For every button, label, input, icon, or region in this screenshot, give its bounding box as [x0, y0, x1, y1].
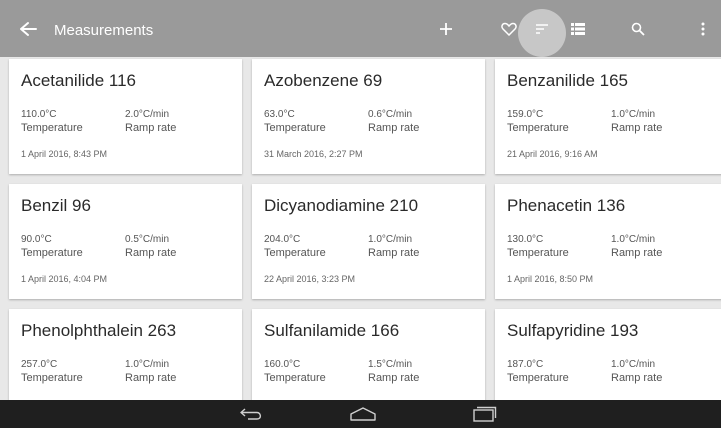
search-icon — [631, 22, 645, 36]
measurement-date: 22 April 2016, 3:23 PM — [264, 274, 356, 284]
home-icon — [350, 407, 376, 421]
page-title: Measurements — [54, 22, 154, 39]
ramp-rate-value: 1.0°C/min — [611, 109, 656, 120]
ramp-rate-label: Ramp rate — [125, 372, 177, 384]
measurement-card[interactable]: Dicyanodiamine 210 204.0°C 1.0°C/min Tem… — [252, 184, 485, 299]
measurement-name: Acetanilide 116 — [21, 71, 136, 90]
measurement-card[interactable]: Sulfanilamide 166 160.0°C 1.5°C/min Temp… — [252, 309, 485, 400]
ramp-rate-value: 0.5°C/min — [125, 234, 170, 245]
measurement-date: 31 March 2016, 2:27 PM — [264, 149, 363, 159]
search-button[interactable] — [623, 14, 653, 44]
back-button[interactable] — [16, 20, 40, 38]
temperature-label: Temperature — [21, 122, 83, 134]
measurement-grid: Acetanilide 116 110.0°C 2.0°C/min Temper… — [0, 57, 721, 400]
ramp-rate-label: Ramp rate — [611, 372, 663, 384]
temperature-label: Temperature — [507, 247, 569, 259]
measurement-card[interactable]: Benzanilide 165 159.0°C 1.0°C/min Temper… — [495, 59, 721, 174]
sort-icon — [536, 24, 548, 34]
measurement-name: Benzil 96 — [21, 196, 91, 215]
measurement-date: 1 April 2016, 8:43 PM — [21, 149, 108, 159]
ramp-rate-label: Ramp rate — [125, 122, 177, 134]
arrow-back-icon — [20, 22, 37, 36]
temperature-label: Temperature — [264, 247, 326, 259]
system-nav-bar — [0, 400, 721, 428]
ramp-rate-value: 1.0°C/min — [611, 359, 656, 370]
ramp-rate-value: 2.0°C/min — [125, 109, 170, 120]
temperature-value: 257.0°C — [21, 359, 58, 370]
measurement-date: 1 April 2016, 8:50 PM — [507, 274, 594, 284]
nav-recents-button[interactable] — [467, 404, 501, 424]
ramp-rate-label: Ramp rate — [368, 247, 420, 259]
measurement-card[interactable]: Acetanilide 116 110.0°C 2.0°C/min Temper… — [9, 59, 242, 174]
measurement-card[interactable]: Azobenzene 69 63.0°C 0.6°C/min Temperatu… — [252, 59, 485, 174]
more-options-button[interactable] — [688, 14, 718, 44]
measurement-name: Phenacetin 136 — [507, 196, 626, 215]
ramp-rate-value: 1.0°C/min — [125, 359, 170, 370]
temperature-label: Temperature — [507, 122, 569, 134]
ramp-rate-label: Ramp rate — [368, 372, 420, 384]
add-icon — [440, 23, 452, 35]
favorite-icon — [501, 22, 517, 36]
ramp-rate-value: 1.0°C/min — [611, 234, 656, 245]
temperature-value: 160.0°C — [264, 359, 301, 370]
temperature-label: Temperature — [21, 372, 83, 384]
measurement-name: Phenolphthalein 263 — [21, 321, 177, 340]
ramp-rate-label: Ramp rate — [611, 122, 663, 134]
measurement-card[interactable]: Phenacetin 136 130.0°C 1.0°C/min Tempera… — [495, 184, 721, 299]
ramp-rate-value: 1.5°C/min — [368, 359, 413, 370]
measurement-card[interactable]: Benzil 96 90.0°C 0.5°C/min Temperature R… — [9, 184, 242, 299]
temperature-label: Temperature — [264, 372, 326, 384]
temperature-value: 204.0°C — [264, 234, 301, 245]
measurement-date: 21 April 2016, 9:16 AM — [507, 149, 598, 159]
recents-icon — [473, 406, 497, 422]
measurement-name: Benzanilide 165 — [507, 71, 628, 90]
ramp-rate-value: 1.0°C/min — [368, 234, 413, 245]
temperature-value: 110.0°C — [21, 109, 57, 120]
temperature-label: Temperature — [264, 122, 326, 134]
temperature-value: 63.0°C — [264, 109, 295, 120]
back-icon — [240, 408, 262, 420]
list-view-button[interactable] — [563, 14, 593, 44]
ramp-rate-label: Ramp rate — [125, 247, 177, 259]
measurement-name: Azobenzene 69 — [264, 71, 383, 90]
temperature-label: Temperature — [507, 372, 569, 384]
temperature-value: 159.0°C — [507, 109, 544, 120]
measurement-name: Sulfapyridine 193 — [507, 321, 639, 340]
nav-back-button[interactable] — [235, 404, 269, 424]
add-button[interactable] — [431, 14, 461, 44]
temperature-value: 90.0°C — [21, 234, 52, 245]
temperature-value: 187.0°C — [507, 359, 544, 370]
more-vert-icon — [701, 22, 705, 36]
list-view-icon — [571, 23, 585, 35]
measurement-card[interactable]: Sulfapyridine 193 187.0°C 1.0°C/min Temp… — [495, 309, 721, 400]
temperature-value: 130.0°C — [507, 234, 544, 245]
ramp-rate-value: 0.6°C/min — [368, 109, 413, 120]
sort-button[interactable] — [527, 14, 557, 44]
nav-home-button[interactable] — [346, 404, 380, 424]
measurement-name: Sulfanilamide 166 — [264, 321, 400, 340]
temperature-label: Temperature — [21, 247, 83, 259]
app-bar: Measurements — [0, 0, 721, 57]
ramp-rate-label: Ramp rate — [611, 247, 663, 259]
measurement-name: Dicyanodiamine 210 — [264, 196, 419, 215]
measurement-date: 1 April 2016, 4:04 PM — [21, 274, 108, 284]
measurement-card[interactable]: Phenolphthalein 263 257.0°C 1.0°C/min Te… — [9, 309, 242, 400]
ramp-rate-label: Ramp rate — [368, 122, 420, 134]
